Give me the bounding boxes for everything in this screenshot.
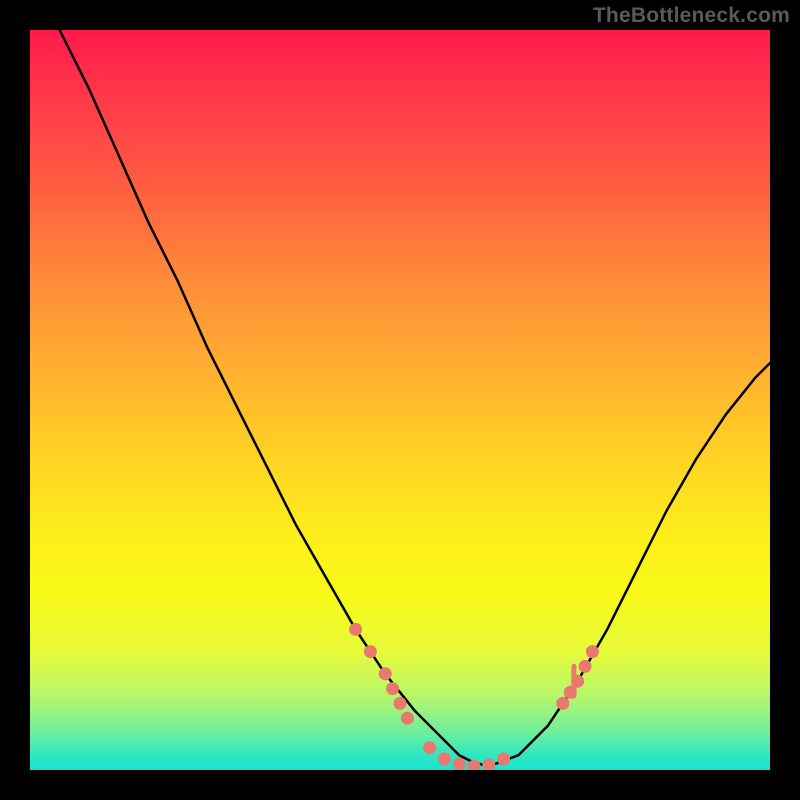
data-marker bbox=[564, 686, 577, 699]
data-marker bbox=[497, 752, 510, 765]
data-marker bbox=[386, 682, 399, 695]
plot-area bbox=[30, 30, 770, 770]
bottleneck-curve-path bbox=[60, 30, 770, 766]
data-marker bbox=[401, 712, 414, 725]
data-marker bbox=[571, 675, 584, 688]
data-marker bbox=[349, 623, 362, 636]
marker-group bbox=[349, 623, 599, 770]
data-marker bbox=[438, 752, 451, 765]
data-marker bbox=[482, 758, 495, 770]
data-marker bbox=[394, 697, 407, 710]
chart-svg bbox=[30, 30, 770, 770]
data-marker bbox=[453, 758, 466, 770]
data-marker bbox=[364, 645, 377, 658]
curve-group bbox=[60, 30, 770, 766]
data-marker bbox=[423, 741, 436, 754]
chart-frame: TheBottleneck.com bbox=[0, 0, 800, 800]
data-marker bbox=[586, 645, 599, 658]
watermark-text: TheBottleneck.com bbox=[593, 4, 790, 28]
data-marker bbox=[556, 697, 569, 710]
data-marker bbox=[379, 667, 392, 680]
data-marker bbox=[579, 660, 592, 673]
